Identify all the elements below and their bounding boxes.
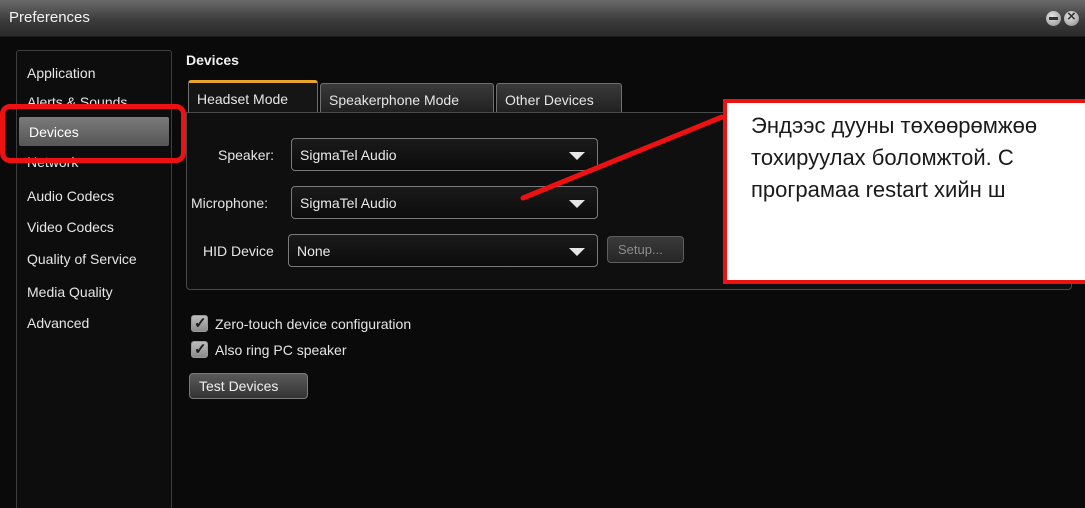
tab-speakerphone-mode[interactable]: Speakerphone Mode xyxy=(320,83,494,113)
ring-pc-speaker-checkbox[interactable] xyxy=(191,340,208,358)
preferences-sidebar: Application Alerts & Sounds Devices Netw… xyxy=(16,50,172,508)
sidebar-item-advanced[interactable]: Advanced xyxy=(17,308,171,337)
hid-device-select[interactable]: None xyxy=(288,234,598,267)
zero-touch-label: Zero-touch device configuration xyxy=(215,316,412,332)
window-title: Preferences xyxy=(9,9,90,26)
speaker-label: Speaker: xyxy=(218,147,275,163)
tab-headset-mode[interactable]: Headset Mode xyxy=(188,80,318,114)
ring-pc-speaker-label: Also ring PC speaker xyxy=(215,342,347,358)
setup-button[interactable]: Setup... xyxy=(607,236,684,263)
speaker-select[interactable]: SigmaTel Audio xyxy=(291,138,598,171)
minimize-icon[interactable] xyxy=(1046,11,1061,26)
hid-device-value: None xyxy=(297,243,331,259)
annotation-line-3: програмаа restart хийн ш xyxy=(751,177,1006,202)
title-bar: Preferences xyxy=(0,0,1085,37)
microphone-value: SigmaTel Audio xyxy=(300,195,397,211)
sidebar-item-quality-of-service[interactable]: Quality of Service xyxy=(17,244,171,273)
sidebar-item-media-quality[interactable]: Media Quality xyxy=(17,277,171,306)
sidebar-item-application[interactable]: Application xyxy=(17,58,171,87)
close-icon[interactable] xyxy=(1064,8,1079,26)
speaker-value: SigmaTel Audio xyxy=(300,147,397,163)
section-title: Devices xyxy=(186,52,239,68)
chevron-down-icon xyxy=(569,200,585,208)
annotation-callout: Эндээс дууны төхөөрөмжөө тохируулах боло… xyxy=(723,99,1085,284)
hid-device-label: HID Device xyxy=(203,243,274,259)
sidebar-item-alerts-sounds[interactable]: Alerts & Sounds xyxy=(17,87,171,116)
annotation-line-2: тохируулах боломжтой. С xyxy=(751,145,1014,170)
chevron-down-icon xyxy=(569,248,585,256)
sidebar-item-devices[interactable]: Devices xyxy=(19,117,169,146)
test-devices-button[interactable]: Test Devices xyxy=(189,373,308,399)
microphone-label: Microphone: xyxy=(191,195,269,211)
tab-other-devices[interactable]: Other Devices xyxy=(496,83,622,113)
microphone-select[interactable]: SigmaTel Audio xyxy=(291,186,598,219)
sidebar-item-audio-codecs[interactable]: Audio Codecs xyxy=(17,181,171,210)
chevron-down-icon xyxy=(569,152,585,160)
zero-touch-checkbox[interactable] xyxy=(191,314,208,332)
annotation-line-1: Эндээс дууны төхөөрөмжөө xyxy=(751,113,1038,138)
sidebar-item-video-codecs[interactable]: Video Codecs xyxy=(17,212,171,241)
sidebar-item-network[interactable]: Network xyxy=(17,147,171,176)
